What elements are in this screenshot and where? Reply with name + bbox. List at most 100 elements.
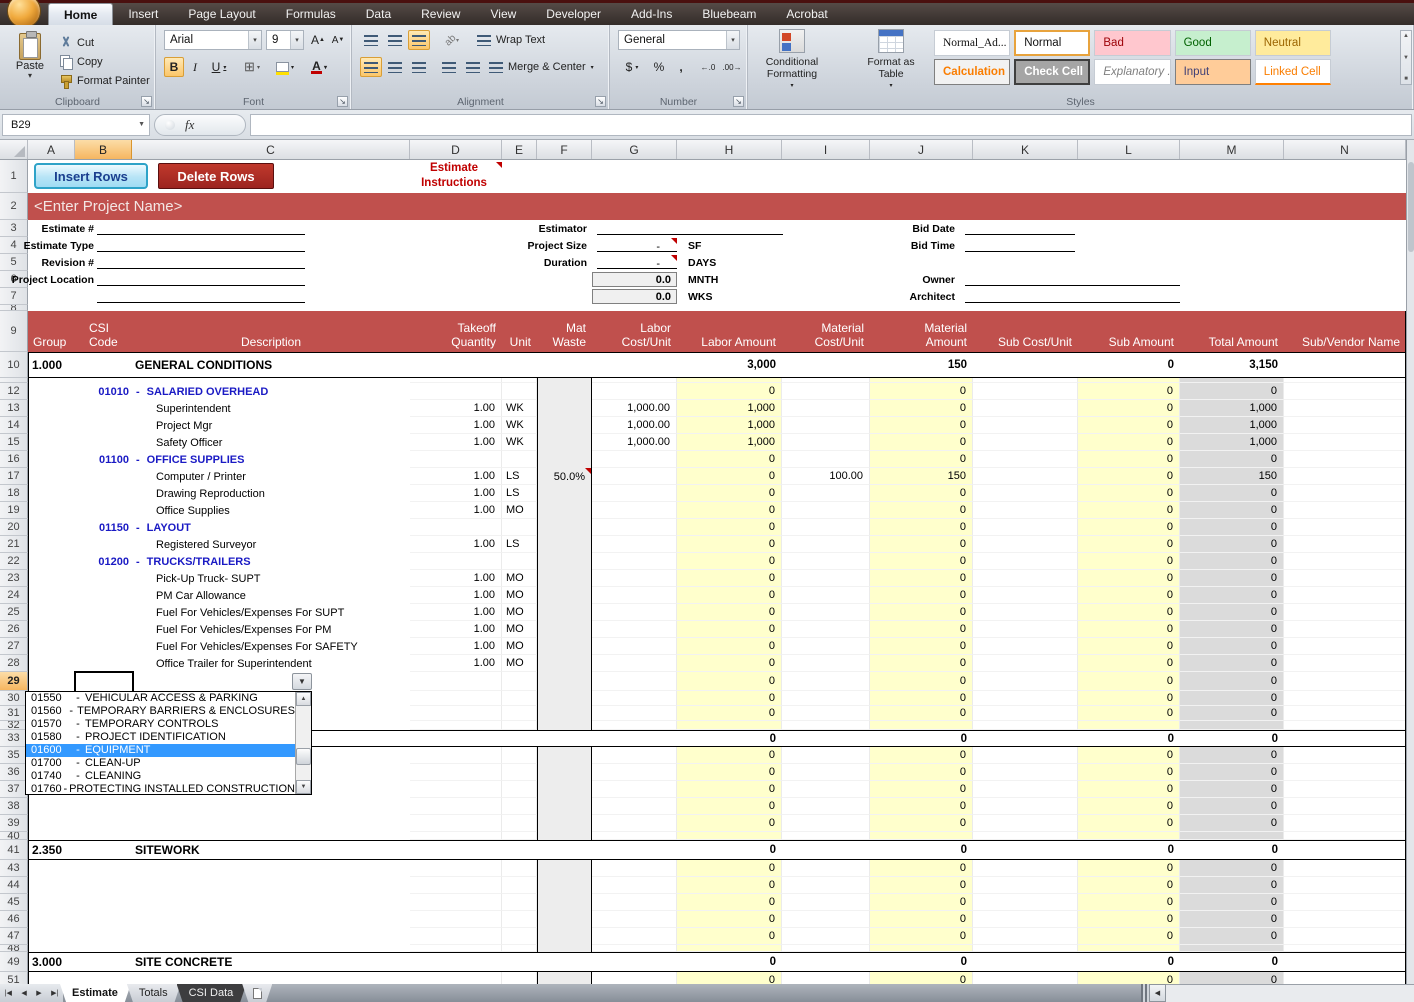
- dropdown-item-01700[interactable]: 01700-CLEAN-UP: [26, 757, 295, 770]
- row-header-25[interactable]: 25: [0, 604, 28, 621]
- cell-F12[interactable]: [537, 383, 592, 400]
- cell-H35[interactable]: 0: [677, 747, 782, 764]
- cell-A10[interactable]: 1.000: [28, 352, 75, 378]
- cell-K20[interactable]: [973, 519, 1078, 536]
- row-header-28[interactable]: 28: [0, 655, 28, 672]
- cell-M12[interactable]: 0: [1180, 383, 1284, 400]
- cell-J33[interactable]: 0: [870, 730, 973, 747]
- cell-F24[interactable]: [537, 587, 592, 604]
- ribbon-tab-bluebeam[interactable]: Bluebeam: [687, 3, 771, 25]
- cell-H16[interactable]: 0: [677, 451, 782, 468]
- cell-F36[interactable]: [537, 764, 592, 781]
- font-size-combo[interactable]: 9▾: [266, 30, 304, 50]
- cell-C16[interactable]: -OFFICE SUPPLIES: [132, 451, 410, 468]
- cell-H49[interactable]: 0: [677, 952, 782, 972]
- cell-I16[interactable]: [782, 451, 870, 468]
- cell-G13[interactable]: 1,000.00: [592, 400, 677, 417]
- cell-N37[interactable]: [1284, 781, 1406, 798]
- cell-I28[interactable]: [782, 655, 870, 672]
- cell-N20[interactable]: [1284, 519, 1406, 536]
- cell-H28[interactable]: 0: [677, 655, 782, 672]
- cell-L22[interactable]: 0: [1078, 553, 1180, 570]
- cell-G40[interactable]: [592, 832, 677, 840]
- cell-I35[interactable]: [782, 747, 870, 764]
- cell-M33[interactable]: 0: [1180, 730, 1284, 747]
- cell-G21[interactable]: [592, 536, 677, 553]
- cell-F25[interactable]: [537, 604, 592, 621]
- cell-H51[interactable]: 0: [677, 972, 782, 984]
- cell-M29[interactable]: 0: [1180, 672, 1284, 691]
- style-chip-input[interactable]: Input: [1175, 59, 1251, 85]
- cell-C18[interactable]: Drawing Reproduction: [132, 485, 410, 502]
- cell-J49[interactable]: 0: [870, 952, 973, 972]
- cell-G24[interactable]: [592, 587, 677, 604]
- cell-N49[interactable]: [1284, 952, 1406, 972]
- cell-E45[interactable]: [502, 894, 537, 911]
- cell-E51[interactable]: [502, 972, 537, 984]
- cell-J41[interactable]: 0: [870, 840, 973, 860]
- cell-K46[interactable]: [973, 911, 1078, 928]
- style-chip-good[interactable]: Good: [1175, 30, 1251, 56]
- cell-D51[interactable]: [410, 972, 502, 984]
- insert-function-button[interactable]: fx: [154, 114, 246, 136]
- cell-K51[interactable]: [973, 972, 1078, 984]
- format-as-table-button[interactable]: Format as Table▾: [858, 29, 924, 92]
- dropdown-item-01580[interactable]: 01580-PROJECT IDENTIFICATION: [26, 731, 295, 744]
- cell-L25[interactable]: 0: [1078, 604, 1180, 621]
- cell-D41[interactable]: [410, 840, 502, 860]
- cell-H38[interactable]: 0: [677, 798, 782, 815]
- cell-K45[interactable]: [973, 894, 1078, 911]
- cell-K33[interactable]: [973, 730, 1078, 747]
- row-header-29[interactable]: 29: [0, 672, 28, 691]
- column-header-L[interactable]: L: [1078, 140, 1180, 159]
- cell-N19[interactable]: [1284, 502, 1406, 519]
- cell-E47[interactable]: [502, 928, 537, 945]
- cell-N15[interactable]: [1284, 434, 1406, 451]
- cell-K22[interactable]: [973, 553, 1078, 570]
- cell-G44[interactable]: [592, 877, 677, 894]
- column-header-E[interactable]: E: [502, 140, 537, 159]
- row-header-10[interactable]: 10: [0, 352, 28, 378]
- cell-E44[interactable]: [502, 877, 537, 894]
- dropdown-item-01760[interactable]: 01760-PROTECTING INSTALLED CONSTRUCTION: [26, 783, 295, 794]
- row-header-40[interactable]: 40: [0, 832, 28, 840]
- cell-J22[interactable]: 0: [870, 553, 973, 570]
- cell-J36[interactable]: 0: [870, 764, 973, 781]
- cell-D21[interactable]: 1.00: [410, 536, 502, 553]
- styles-gallery-scroll[interactable]: ▲▼■: [1400, 30, 1412, 85]
- cell-K17[interactable]: [973, 468, 1078, 485]
- style-chip-explanatory[interactable]: Explanatory ...: [1094, 59, 1170, 85]
- cell-E33[interactable]: [502, 730, 537, 747]
- cell-L12[interactable]: 0: [1078, 383, 1180, 400]
- dropdown-item-01560[interactable]: 01560-TEMPORARY BARRIERS & ENCLOSURES: [26, 705, 295, 718]
- bold-button[interactable]: B: [164, 57, 184, 77]
- cell-A25[interactable]: [28, 604, 75, 621]
- cell-J10[interactable]: 150: [870, 352, 973, 378]
- cell-E12[interactable]: [502, 383, 537, 400]
- form-underline-bid-time[interactable]: [965, 251, 1075, 252]
- cell-C48[interactable]: [132, 945, 410, 952]
- cell-K32[interactable]: [973, 721, 1078, 730]
- cell-F22[interactable]: [537, 553, 592, 570]
- cell-C46[interactable]: [132, 911, 410, 928]
- cell-F13[interactable]: [537, 400, 592, 417]
- cell-D33[interactable]: [410, 730, 502, 747]
- cell-L27[interactable]: 0: [1078, 638, 1180, 655]
- cell-K14[interactable]: [973, 417, 1078, 434]
- row-header-22[interactable]: 22: [0, 553, 28, 570]
- row-header-26[interactable]: 26: [0, 621, 28, 638]
- cell-G37[interactable]: [592, 781, 677, 798]
- cell-K26[interactable]: [973, 621, 1078, 638]
- row-header-33[interactable]: 33: [0, 730, 28, 747]
- cell-E49[interactable]: [502, 952, 537, 972]
- column-header-J[interactable]: J: [870, 140, 973, 159]
- cell-G18[interactable]: [592, 485, 677, 502]
- cell-D27[interactable]: 1.00: [410, 638, 502, 655]
- cell-D23[interactable]: 1.00: [410, 570, 502, 587]
- cell-E30[interactable]: [502, 691, 537, 706]
- cell-J24[interactable]: 0: [870, 587, 973, 604]
- vertical-scrollbar-thumb[interactable]: [1408, 162, 1414, 252]
- font-color-button[interactable]: A▾: [304, 57, 334, 77]
- cell-J16[interactable]: 0: [870, 451, 973, 468]
- cell-I38[interactable]: [782, 798, 870, 815]
